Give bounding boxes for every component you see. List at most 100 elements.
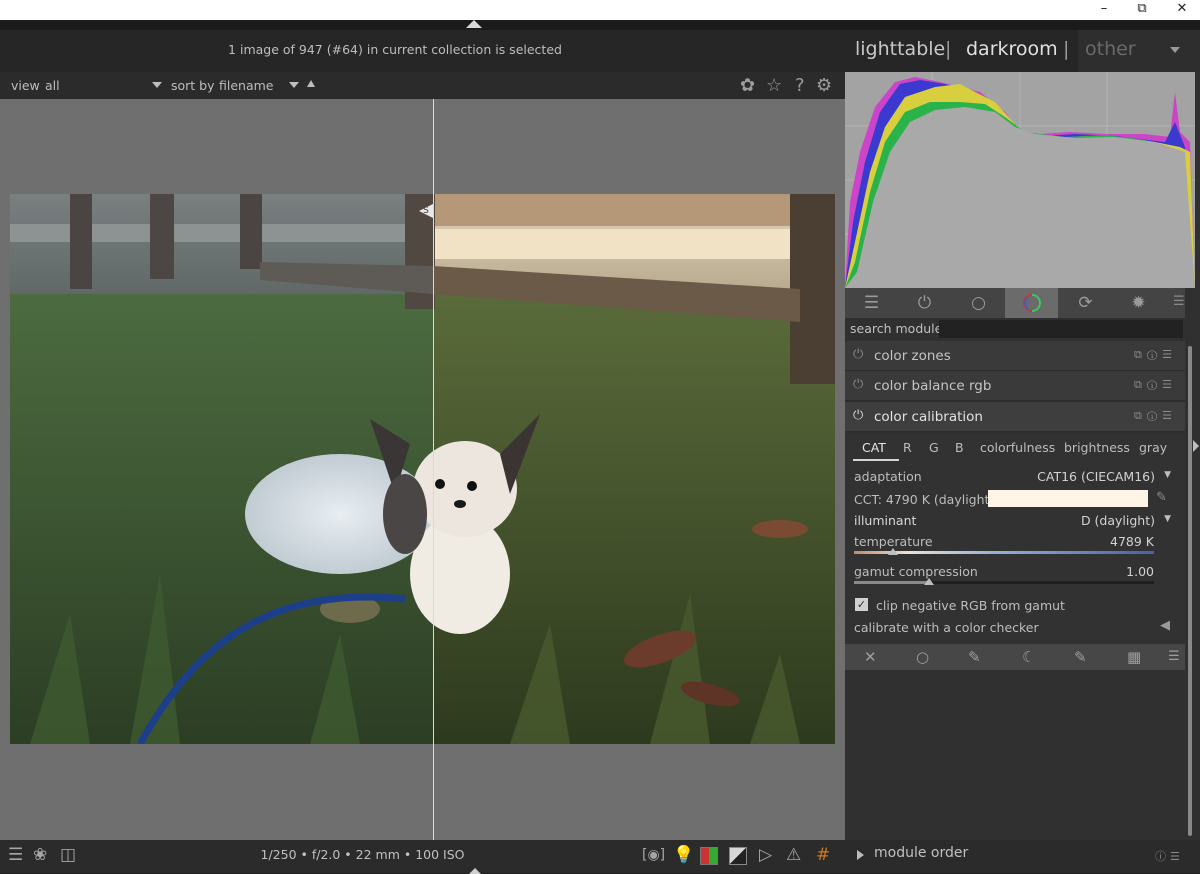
view-separator: | <box>945 38 952 60</box>
view-other-dropdown[interactable]: other <box>1078 30 1200 72</box>
raster-mask-icon[interactable]: ▦ <box>1127 648 1141 666</box>
tab-g[interactable]: G <box>929 440 939 455</box>
tab-gray[interactable]: gray <box>1139 440 1167 455</box>
image-canvas[interactable]: S <box>0 99 845 840</box>
collapse-right-panel-icon[interactable] <box>1193 440 1199 452</box>
clipping-icon[interactable] <box>729 847 747 865</box>
softproof-icon[interactable]: ▷ <box>759 845 772 865</box>
module-name: color calibration <box>874 409 983 425</box>
gear-icon[interactable]: ⚙ <box>816 75 832 96</box>
illuminant-color-swatch[interactable] <box>988 490 1148 507</box>
restore-icon[interactable]: ⧉ <box>1124 0 1160 20</box>
split-divider[interactable] <box>433 99 434 840</box>
drawn-parametric-mask-icon[interactable]: ✎ <box>1074 648 1087 666</box>
correct-icon[interactable]: ⟳ <box>1059 288 1112 318</box>
filter-toolbar: view all sort by filename ✿ ☆ ? ⚙ <box>0 72 845 99</box>
module-header-icons[interactable]: ⧉ⓘ☰ <box>1134 348 1177 362</box>
tab-colorfulness[interactable]: colorfulness <box>980 440 1055 455</box>
gamut-compression-value: 1.00 <box>1126 564 1154 579</box>
illuminant-dropdown[interactable]: D (daylight) <box>1081 513 1155 528</box>
color-checker-section[interactable]: calibrate with a color checker <box>854 620 1039 635</box>
temperature-slider[interactable] <box>854 551 1154 554</box>
quick-access-icon[interactable]: ☰ <box>845 288 898 318</box>
adaptation-label: adaptation <box>854 469 922 484</box>
gamut-compression-fill <box>854 581 929 584</box>
help-icon[interactable]: ? <box>795 75 805 96</box>
sort-label: sort by <box>171 78 215 93</box>
active-modules-icon[interactable]: ⏻ <box>898 288 951 318</box>
expand-left-icon[interactable]: ◀ <box>1160 618 1170 633</box>
minimize-icon[interactable]: – <box>1086 0 1122 20</box>
module-header-icons[interactable]: ⧉ⓘ☰ <box>1134 378 1177 392</box>
color-picker-icon[interactable]: ✎ <box>1156 490 1167 505</box>
chevron-down-icon[interactable] <box>152 82 162 88</box>
tab-brightness[interactable]: brightness <box>1064 440 1130 455</box>
exif-info: 1/250 • f/2.0 • 22 mm • 100 ISO <box>260 847 465 862</box>
module-color-balance-rgb[interactable]: ⏻ color balance rgb ⧉ⓘ☰ <box>845 371 1185 401</box>
close-icon[interactable]: ✕ <box>1164 0 1200 20</box>
view-darkroom[interactable]: darkroom <box>966 38 1058 60</box>
gamut-compression-label: gamut compression <box>854 564 978 579</box>
view-filter-dropdown[interactable]: all <box>45 78 60 93</box>
header-bar: 1 image of 947 (#64) in current collecti… <box>0 30 845 72</box>
view-separator: | <box>1063 38 1070 60</box>
module-order-icons[interactable]: ⓘ☰ <box>1155 848 1184 864</box>
module-header-icons[interactable]: ⧉ⓘ☰ <box>1134 409 1177 423</box>
module-color-zones[interactable]: ⏻ color zones ⧉ⓘ☰ <box>845 341 1185 371</box>
collapse-bottom-arrow-icon[interactable] <box>469 868 481 874</box>
view-lighttable[interactable]: lighttable <box>855 38 945 60</box>
chevron-down-icon[interactable]: ▼ <box>1164 514 1171 524</box>
right-panel-scrollbar[interactable] <box>1188 346 1192 836</box>
circle-mask-icon[interactable]: ○ <box>916 648 929 666</box>
top-panel-collapse-strip[interactable] <box>0 20 1200 30</box>
tab-r[interactable]: R <box>903 440 912 455</box>
module-group-tabs: ☰ ⏻ ○ ⟳ ✹ <box>845 288 1185 318</box>
overlays-icon[interactable]: ✿ <box>740 75 755 96</box>
module-color-calibration[interactable]: ⏻ color calibration ⧉ⓘ☰ <box>845 402 1185 432</box>
tab-cat[interactable]: CAT <box>862 440 886 455</box>
focus-peaking-icon[interactable]: [◉] <box>642 847 665 863</box>
chevron-down-icon[interactable] <box>289 82 299 88</box>
color-assessment-icon[interactable] <box>700 847 718 865</box>
adaptation-dropdown[interactable]: CAT16 (CIECAM16) <box>1037 469 1155 484</box>
collapse-top-arrow-icon[interactable] <box>466 20 482 28</box>
mask-toolbar: ✕ ○ ✎ ☾ ✎ ▦ ☰ <box>845 644 1185 670</box>
sort-dropdown[interactable]: filename <box>219 78 274 93</box>
active-tab-indicator <box>853 459 899 461</box>
gamut-compression-slider[interactable] <box>854 581 1154 584</box>
blend-menu-icon[interactable]: ☰ <box>1168 649 1180 664</box>
chevron-down-icon[interactable]: ▼ <box>1164 470 1171 480</box>
presets-menu-icon[interactable]: ☰ <box>1173 294 1185 309</box>
window-title-bar: – ⧉ ✕ <box>0 0 1200 20</box>
view-switcher: lighttable | darkroom | other <box>845 30 1200 72</box>
clip-negative-checkbox[interactable]: ✓ <box>855 598 868 611</box>
lightbulb-icon[interactable]: 💡 <box>673 845 694 865</box>
star-icon[interactable]: ☆ <box>766 75 782 96</box>
expand-right-icon[interactable] <box>857 850 864 860</box>
color-calibration-body: CAT R G B colorfulness brightness gray a… <box>845 434 1185 644</box>
illuminant-label: illuminant <box>854 513 917 528</box>
module-order-bar: module order ⓘ☰ <box>845 840 1200 873</box>
base-icon[interactable]: ○ <box>952 288 1005 318</box>
drawn-mask-icon[interactable]: ✎ <box>968 648 981 666</box>
module-order-label[interactable]: module order <box>874 845 968 861</box>
gamut-check-icon[interactable]: ⚠ <box>786 845 801 865</box>
view-filter-label: view <box>11 78 40 93</box>
search-module-input[interactable] <box>939 320 1183 338</box>
tab-b[interactable]: B <box>955 440 964 455</box>
histogram[interactable] <box>845 72 1195 288</box>
gamut-compression-slider-thumb[interactable] <box>924 578 934 585</box>
effects-icon[interactable]: ✹ <box>1112 288 1165 318</box>
sort-order-icon[interactable] <box>307 80 315 87</box>
power-icon[interactable]: ⏻ <box>853 347 863 362</box>
clip-negative-label: clip negative RGB from gamut <box>876 598 1065 613</box>
collection-info: 1 image of 947 (#64) in current collecti… <box>228 42 562 57</box>
reset-icon[interactable]: ✕ <box>864 648 877 666</box>
power-icon[interactable]: ⏻ <box>853 408 863 423</box>
parametric-mask-icon[interactable]: ☾ <box>1022 648 1035 666</box>
power-icon[interactable]: ⏻ <box>853 377 863 392</box>
color-icon[interactable] <box>1005 288 1058 318</box>
temperature-slider-thumb[interactable] <box>888 548 898 555</box>
photo-image <box>10 194 835 744</box>
guides-icon[interactable]: # <box>816 845 830 865</box>
